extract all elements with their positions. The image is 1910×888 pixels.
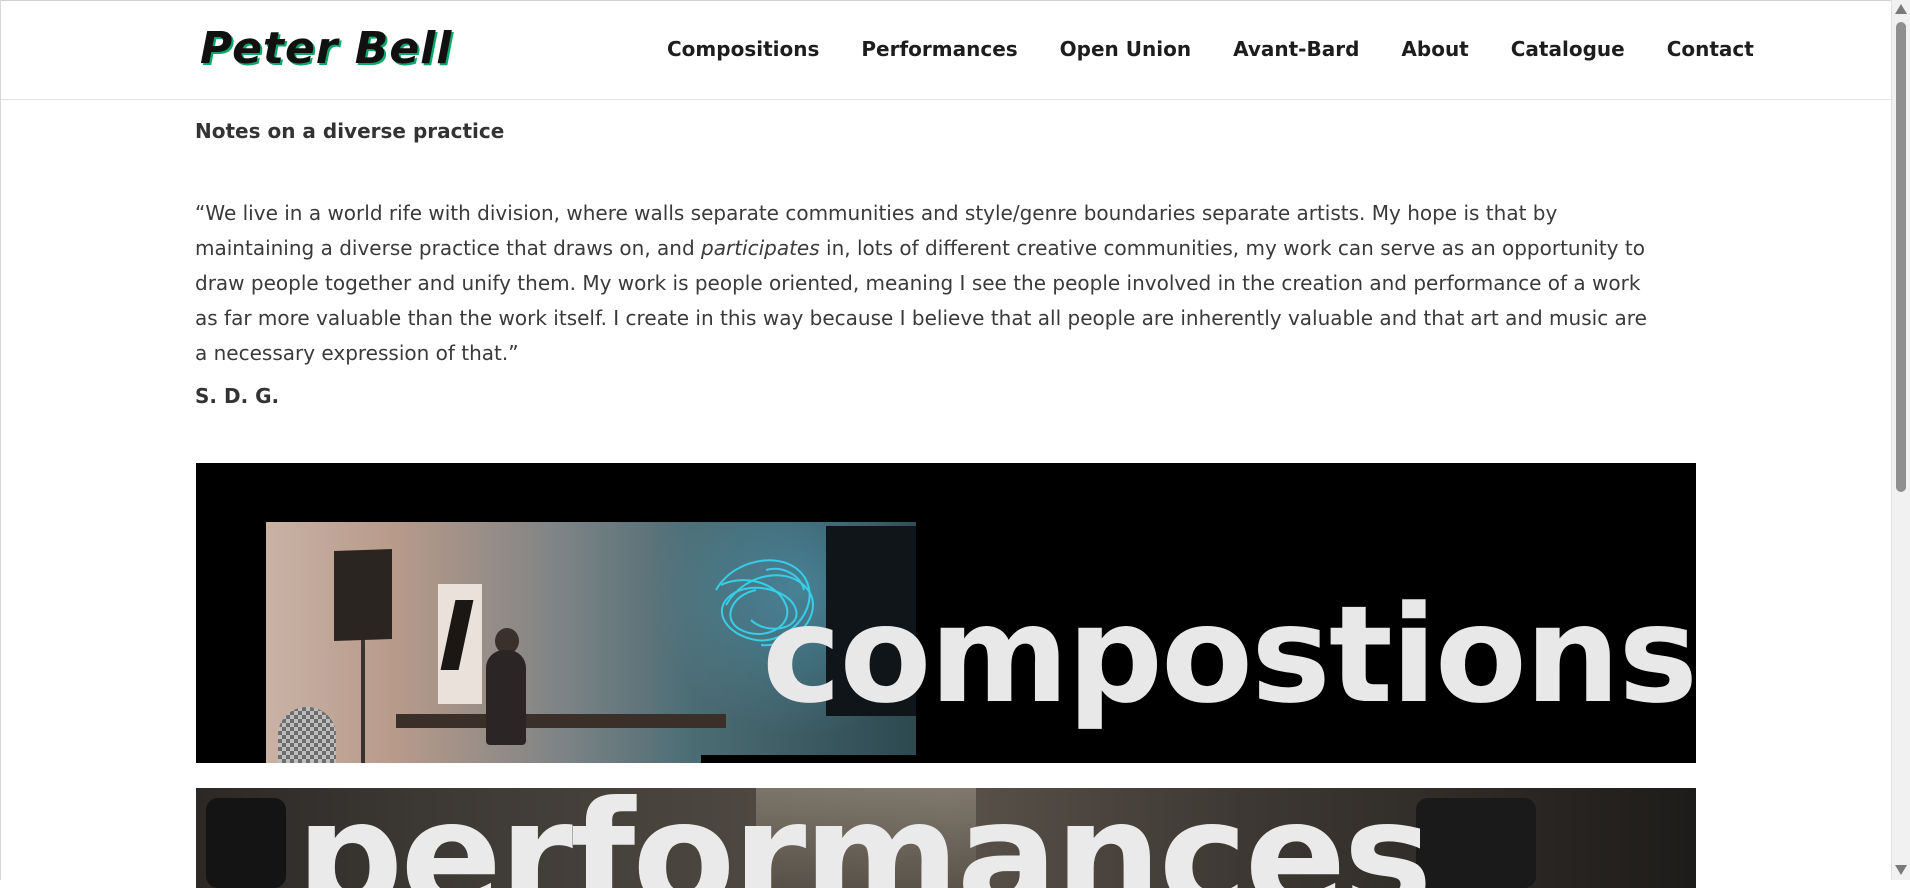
nav-contact[interactable]: Contact xyxy=(1667,37,1754,61)
nav-performances[interactable]: Performances xyxy=(861,37,1017,61)
nav-catalogue[interactable]: Catalogue xyxy=(1511,37,1625,61)
performer-silhouette xyxy=(486,650,526,745)
pixelated-head xyxy=(278,707,336,763)
nav-compositions[interactable]: Compositions xyxy=(667,37,819,61)
vertical-scrollbar[interactable] xyxy=(1891,0,1910,880)
speaker-stand xyxy=(361,640,365,763)
signature: S. D. G. xyxy=(195,384,280,408)
section-subheading: Notes on a diverse practice xyxy=(195,119,505,143)
scrollbar-thumb[interactable] xyxy=(1896,22,1906,492)
chair-shape-left xyxy=(206,798,286,888)
nav-open-union[interactable]: Open Union xyxy=(1060,37,1191,61)
performances-panel-title: performances xyxy=(296,788,1433,888)
compositions-panel[interactable]: compostions xyxy=(196,463,1696,763)
practice-quote: “We live in a world rife with division, … xyxy=(195,196,1665,371)
quote-emphasis: participates xyxy=(701,236,820,260)
compositions-panel-title: compostions xyxy=(762,577,1696,733)
chair-shape-right xyxy=(1416,798,1536,888)
nav-avant-bard[interactable]: Avant-Bard xyxy=(1233,37,1359,61)
scroll-up-icon[interactable] xyxy=(1895,4,1907,14)
main-nav: Compositions Performances Open Union Ava… xyxy=(667,37,1754,61)
site-logo[interactable]: Peter Bell xyxy=(200,23,452,74)
performances-panel[interactable]: performances xyxy=(196,788,1696,888)
scroll-down-icon[interactable] xyxy=(1895,865,1907,875)
panel-bottom-strip xyxy=(701,755,1696,763)
speaker-shape xyxy=(334,548,392,642)
site-header: Peter Bell Compositions Performances Ope… xyxy=(1,0,1891,100)
nav-about[interactable]: About xyxy=(1401,37,1468,61)
